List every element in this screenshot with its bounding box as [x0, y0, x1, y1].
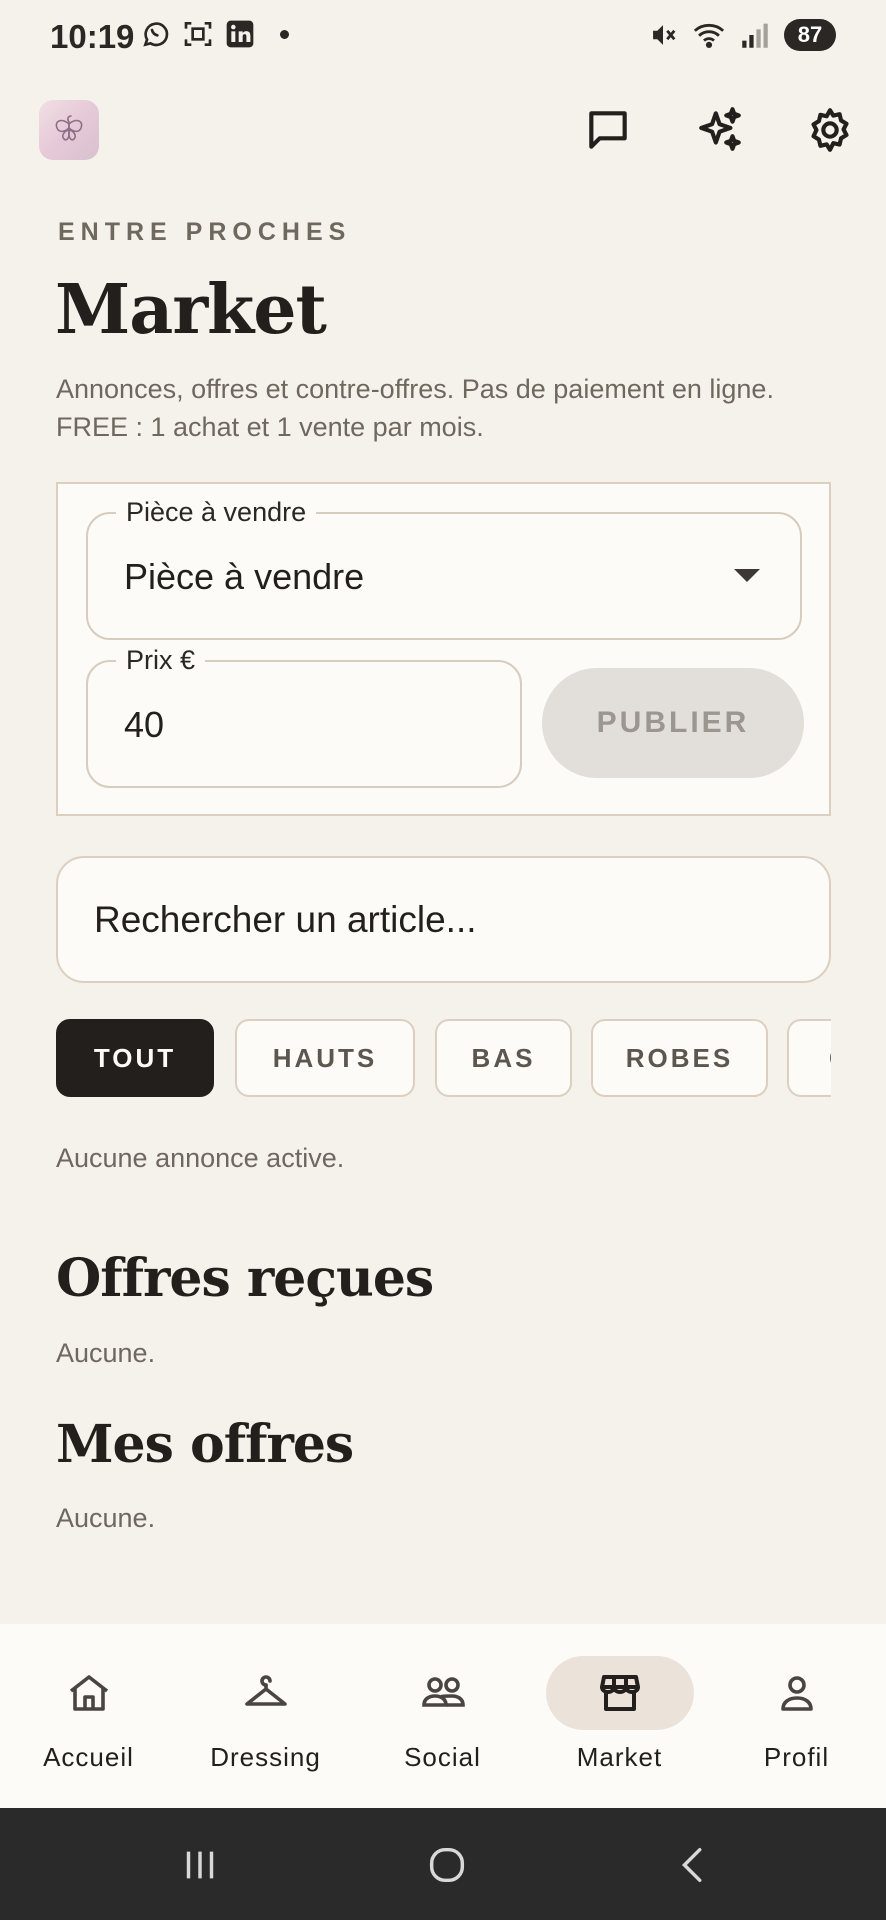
page-title: Market [55, 270, 327, 350]
hanger-icon [244, 1675, 287, 1706]
nav-icon-container [369, 1656, 517, 1730]
sparkles-icon [699, 107, 741, 151]
item-select[interactable]: Pièce à vendre Pièce à vendre [86, 496, 802, 640]
wifi-icon [693, 23, 725, 49]
nav-label: Social [404, 1742, 481, 1772]
chip-robes[interactable]: ROBES [591, 1019, 768, 1097]
whatsapp-icon [143, 22, 169, 47]
nav-icon-container [545, 1656, 694, 1730]
my-offers-empty-text: Aucune. [56, 1503, 156, 1533]
nav-label: Dressing [210, 1742, 321, 1772]
recent-apps-button[interactable] [170, 1838, 230, 1892]
listings-empty-text: Aucune annonce active. [56, 1143, 345, 1173]
home-circle-icon [429, 1847, 465, 1883]
price-field-value: 40 [124, 704, 165, 745]
linkedin-icon [226, 20, 254, 48]
chip-hauts[interactable]: HAUTS [235, 1019, 415, 1097]
gear-icon [811, 108, 849, 152]
home-button[interactable] [417, 1838, 477, 1892]
nav-label: Accueil [43, 1742, 134, 1772]
price-field[interactable]: Prix € 40 [86, 644, 522, 788]
messages-button[interactable] [578, 100, 638, 160]
my-offers-title: Mes offres [56, 1414, 354, 1475]
system-navigation-bar [0, 1808, 886, 1920]
signal-icon [742, 23, 768, 48]
search-input[interactable]: Rechercher un article... [56, 856, 831, 983]
person-icon [780, 1676, 813, 1711]
chip-tout[interactable]: TOUT [56, 1019, 214, 1097]
status-icons-left [140, 18, 289, 50]
nav-icon-container [723, 1656, 871, 1730]
nav-label: Market [576, 1742, 663, 1772]
section-eyebrow: ENTRE PROCHES [58, 218, 352, 246]
item-select-label: Pièce à vendre [116, 496, 317, 528]
ai-button[interactable] [690, 100, 750, 160]
app-logo [39, 100, 99, 160]
home-icon [69, 1675, 108, 1711]
nav-item-market[interactable]: Market [531, 1624, 708, 1808]
screenshot-icon [184, 22, 212, 46]
nav-item-social[interactable]: Social [354, 1624, 531, 1808]
recent-apps-icon [186, 1851, 214, 1879]
nav-icon-container [15, 1656, 163, 1730]
back-chevron-icon [681, 1847, 702, 1883]
chip-overflow[interactable]: C [787, 1019, 831, 1097]
battery-indicator: 87 [784, 19, 836, 51]
offers-received-empty-text: Aucune. [56, 1338, 156, 1368]
butterfly-logo-icon [55, 115, 83, 141]
chat-icon [589, 111, 627, 149]
sell-form-card: Pièce à vendre Pièce à vendre Prix € 40 … [56, 482, 831, 816]
back-button[interactable] [664, 1838, 724, 1892]
chip-bas[interactable]: BAS [435, 1019, 572, 1097]
nav-icon-container [192, 1656, 340, 1730]
bottom-navigation: Accueil Dressing Social Market Profil [0, 1624, 886, 1808]
dropdown-arrow-icon [734, 569, 760, 582]
page-subtitle: Annonces, offres et contre-offres. Pas d… [56, 374, 774, 442]
item-select-value: Pièce à vendre [124, 556, 365, 597]
nav-item-accueil[interactable]: Accueil [0, 1624, 177, 1808]
status-bar: 10:19 87 [0, 0, 886, 72]
status-icons-right: 87 [646, 18, 836, 52]
category-filter-chips: TOUT HAUTS BAS ROBES C [56, 1019, 831, 1097]
price-field-label: Prix € [116, 644, 206, 676]
store-icon [599, 1675, 640, 1711]
settings-button[interactable] [800, 100, 860, 160]
mute-icon [653, 25, 676, 45]
people-icon [421, 1677, 465, 1707]
nav-item-profil[interactable]: Profil [708, 1624, 885, 1808]
publish-button[interactable]: PUBLIER [542, 668, 804, 778]
status-time: 10:19 [50, 18, 135, 55]
offers-received-title: Offres reçues [56, 1248, 434, 1309]
nav-item-dressing[interactable]: Dressing [177, 1624, 354, 1808]
notification-dot [280, 29, 289, 39]
nav-label: Profil [763, 1742, 830, 1772]
